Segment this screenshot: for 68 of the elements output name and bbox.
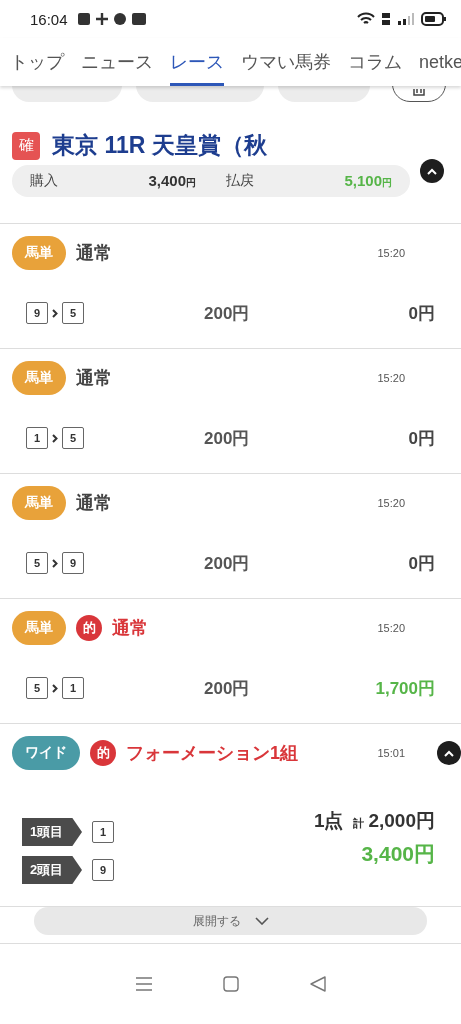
leg-label: 1頭目 [22, 818, 82, 846]
expand-button[interactable]: 展開する [34, 907, 427, 935]
horse-number: 9 [92, 859, 114, 881]
stake-amount: 200円 [204, 677, 251, 700]
bet-type-badge: 馬単 [12, 361, 66, 395]
bet-name: 通常 [76, 242, 112, 265]
payout-amount: 1,700円 [374, 677, 435, 700]
wifi-icon [357, 12, 375, 26]
purchase-amount: 3,400 [148, 172, 186, 189]
payout-amount: 0円 [407, 427, 435, 450]
confirmed-badge: 確 [12, 131, 40, 160]
status-time: 16:04 [30, 10, 68, 28]
horse-number: 9 [26, 302, 48, 324]
back-icon[interactable] [309, 976, 326, 992]
payout-amount: 0円 [407, 552, 435, 575]
bet-type-badge: 馬単 [12, 611, 66, 645]
bet-type-badge: 馬単 [12, 486, 66, 520]
nav-tab[interactable]: ニュース [81, 38, 153, 86]
hit-badge: 的 [90, 740, 116, 766]
bet-name: 通常 [112, 617, 148, 640]
payout-amount: 3,400円 [361, 841, 435, 867]
bet-time: 15:20 [377, 622, 405, 634]
collapse-button[interactable] [437, 741, 461, 765]
total-amount: 2,000円 [368, 809, 435, 833]
battery-icon [421, 12, 447, 26]
payout-amount: 0円 [407, 302, 435, 325]
horse-number: 5 [62, 427, 84, 449]
plus-icon [95, 13, 108, 25]
bet-time: 15:20 [377, 247, 405, 259]
bet-time: 15:01 [377, 747, 405, 759]
trash-icon [412, 89, 426, 97]
chevron-down-icon [254, 917, 269, 925]
bet-name: 通常 [76, 492, 112, 515]
bet-time: 15:20 [377, 372, 405, 384]
nav-tab[interactable]: トップ [10, 38, 64, 86]
horse-number: 5 [26, 677, 48, 699]
horse-number: 1 [92, 821, 114, 843]
payout-label: 払戻 [226, 172, 255, 190]
points-count: 1点 [313, 809, 344, 833]
stake-amount: 200円 [204, 302, 251, 325]
bet-time: 15:20 [377, 497, 405, 509]
race-title: 東京 11R 天皇賞（秋 [52, 131, 267, 160]
signal-icon [397, 12, 415, 26]
payout-amount: 5,100 [344, 172, 382, 189]
bet-name: フォーメーション1組 [126, 742, 298, 765]
horse-number: 1 [62, 677, 84, 699]
menu-icon[interactable] [135, 976, 154, 992]
chevron-up-icon [427, 167, 437, 175]
horse-number: 9 [62, 552, 84, 574]
leg-label: 2頭目 [22, 856, 82, 884]
horse-number: 5 [26, 552, 48, 574]
horse-number: 1 [26, 427, 48, 449]
total-prefix: 計 [353, 816, 365, 831]
nav-tab[interactable]: ウマい馬券 [241, 38, 331, 86]
purchase-label: 購入 [30, 172, 59, 190]
home-icon[interactable] [223, 976, 240, 992]
yen-unit: 円 [382, 177, 392, 188]
bet-type-badge: 馬単 [12, 236, 66, 270]
bet-name: 通常 [76, 367, 112, 390]
bet-type-badge: ワイド [12, 736, 80, 770]
nav-tab[interactable]: コラム [348, 38, 402, 86]
hit-badge: 的 [76, 615, 102, 641]
stake-amount: 200円 [204, 427, 251, 450]
collapse-button[interactable] [420, 159, 444, 183]
horse-number: 5 [62, 302, 84, 324]
yen-unit: 円 [186, 177, 196, 188]
chevron-up-icon [444, 749, 454, 757]
stake-amount: 200円 [204, 552, 251, 575]
